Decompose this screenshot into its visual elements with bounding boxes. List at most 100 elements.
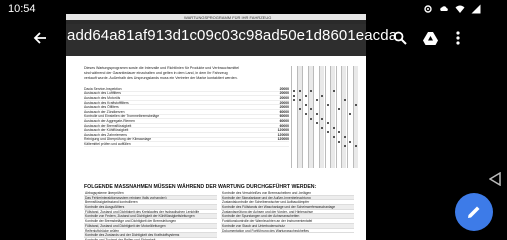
grid-dot bbox=[321, 94, 324, 97]
back-button[interactable] bbox=[28, 26, 52, 50]
grid-dot bbox=[343, 99, 346, 102]
grid-dot bbox=[349, 140, 352, 143]
grid-dot bbox=[293, 94, 296, 97]
grid-column bbox=[319, 66, 324, 168]
grid-dot bbox=[315, 99, 318, 102]
grid-dot bbox=[332, 90, 335, 92]
grid-column bbox=[330, 66, 336, 168]
checks-right-column: Kontrolle des Verschleißes von Bremssche… bbox=[221, 191, 354, 240]
grid-column bbox=[335, 66, 341, 168]
maintenance-item-interval: 20000 bbox=[279, 86, 289, 91]
grid-dot bbox=[321, 126, 324, 129]
arrow-back-icon bbox=[33, 32, 46, 44]
grid-dot bbox=[304, 113, 307, 115]
maintenance-items: Dacia Service-Inspektion 20000 Austausch d… bbox=[84, 87, 289, 147]
grid-dot bbox=[338, 108, 341, 111]
grid-dot bbox=[338, 140, 341, 143]
file-title: add64a81af913d1c09c03c98ad50e1d8601eacda bbox=[67, 27, 398, 44]
grid-dot bbox=[349, 113, 352, 115]
grid-column bbox=[347, 66, 352, 168]
grid-dot bbox=[332, 136, 335, 138]
maintenance-item-label: Austausch des Motoröls bbox=[84, 95, 121, 100]
grid-column bbox=[352, 66, 358, 168]
grid-column bbox=[341, 66, 347, 168]
section-title: FOLGENDE MASSNAHMEN MÜSSEN WÄHREND DER W… bbox=[84, 184, 317, 190]
interval-grid bbox=[291, 66, 359, 168]
screen: WARTUNGSPROGRAMM FÜR IHR FAHRZEUG Dieses… bbox=[0, 0, 507, 240]
more-vert-icon bbox=[456, 31, 460, 45]
grid-dot bbox=[310, 117, 313, 120]
grid-dot bbox=[338, 131, 341, 134]
edit-fab-button[interactable] bbox=[455, 193, 493, 231]
check-item: Dokumentation und Fortführung des Wartun… bbox=[221, 229, 354, 234]
grid-column bbox=[313, 66, 318, 168]
grid-column bbox=[296, 66, 302, 168]
nav-back-triangle-icon[interactable] bbox=[489, 172, 501, 186]
google-drive-icon bbox=[422, 31, 438, 45]
search-icon bbox=[393, 31, 407, 45]
checks-left-column: Airbagsysteme überprüfen Das Fehlerintera… bbox=[84, 191, 217, 240]
grid-dot bbox=[354, 145, 357, 148]
maintenance-item-label: Austausch der Aggregate-Riemen bbox=[84, 118, 135, 123]
maintenance-item-interval: 20000 bbox=[279, 105, 289, 110]
grid-dot bbox=[298, 99, 301, 102]
intro-line: verkauft wurde. Außerhalb des Ursprungsl… bbox=[84, 76, 238, 80]
add-to-drive-button[interactable] bbox=[418, 26, 442, 50]
maintenance-item-label: Dacia Service-Inspektion bbox=[84, 86, 122, 91]
maintenance-item-interval: 120000 bbox=[277, 137, 289, 142]
more-options-button[interactable] bbox=[446, 26, 470, 50]
gear-icon bbox=[424, 5, 432, 13]
maintenance-item-row: Kältemittel prüfen und auffüllen bbox=[84, 142, 289, 147]
maintenance-item-label: Austausch der Zündkerzen bbox=[84, 109, 125, 114]
grid-dot bbox=[315, 122, 318, 125]
maintenance-item-interval: 60000 bbox=[279, 123, 289, 128]
grid-dot bbox=[310, 90, 313, 92]
grid-dot bbox=[343, 136, 346, 138]
maintenance-item-label: Austausch des Kraftstofffilters bbox=[84, 100, 129, 105]
edit-pencil-icon bbox=[468, 206, 480, 218]
grid-dot bbox=[343, 145, 346, 148]
grid-dot bbox=[326, 103, 329, 106]
grid-dot bbox=[293, 90, 296, 92]
grid-dot bbox=[315, 113, 318, 115]
grid-dot bbox=[310, 108, 313, 111]
grid-dot bbox=[293, 99, 296, 102]
maintenance-item-interval: 20000 bbox=[279, 91, 289, 96]
maintenance-item-label: Austausch des Zahnriemens bbox=[84, 132, 127, 137]
maintenance-item-interval: 60000 bbox=[279, 114, 289, 119]
wifi-icon bbox=[455, 5, 465, 13]
grid-column bbox=[324, 66, 330, 168]
grid-dot bbox=[304, 103, 307, 106]
maintenance-item-interval: 60000 bbox=[279, 109, 289, 114]
maintenance-item-label: Kältemittel prüfen und auffüllen bbox=[84, 141, 131, 146]
maintenance-item-label: Reinigung und Überprüfung der Klimaanlag… bbox=[84, 137, 152, 142]
signal-icon bbox=[471, 4, 481, 14]
grid-dot bbox=[298, 108, 301, 111]
cloud-icon bbox=[440, 6, 448, 11]
grid-dot bbox=[326, 122, 329, 125]
maintenance-item-interval: 60000 bbox=[279, 118, 289, 123]
maintenance-item-label: Austausch der Bremsflüssigkeit bbox=[84, 123, 132, 128]
grid-dot bbox=[321, 117, 324, 120]
app-toolbar: add64a81af913d1c09c03c98ad50e1d8601eacda bbox=[0, 20, 484, 56]
grid-dot bbox=[326, 131, 329, 134]
maintenance-item-label: Austausch des Ölfilters bbox=[84, 105, 119, 110]
maintenance-item-interval: 20000 bbox=[279, 100, 289, 105]
maintenance-item-label: Kontrolle und Einstellen der Trommelbrem… bbox=[84, 114, 160, 119]
grid-column bbox=[307, 66, 313, 168]
maintenance-item-interval: 20000 bbox=[279, 95, 289, 100]
grid-dot bbox=[354, 103, 357, 106]
search-button[interactable] bbox=[388, 26, 412, 50]
grid-column bbox=[302, 66, 307, 168]
maintenance-item-interval: 120000 bbox=[277, 128, 289, 133]
grid-column bbox=[291, 66, 296, 168]
maintenance-item-label: Austausch des Luftfilters bbox=[84, 91, 121, 96]
grid-dot bbox=[332, 126, 335, 129]
grid-dot bbox=[304, 94, 307, 97]
status-bar: 10:54 bbox=[0, 0, 507, 20]
status-time: 10:54 bbox=[8, 3, 36, 15]
document-intro: Dieses Wartungsprogramm sowie die Interv… bbox=[84, 66, 294, 81]
maintenance-item-label: Austausch der Kühlflüssigkeit bbox=[84, 128, 129, 133]
grid-dot bbox=[298, 90, 301, 92]
checks-table: Airbagsysteme überprüfen Das Fehlerintera… bbox=[84, 191, 354, 240]
